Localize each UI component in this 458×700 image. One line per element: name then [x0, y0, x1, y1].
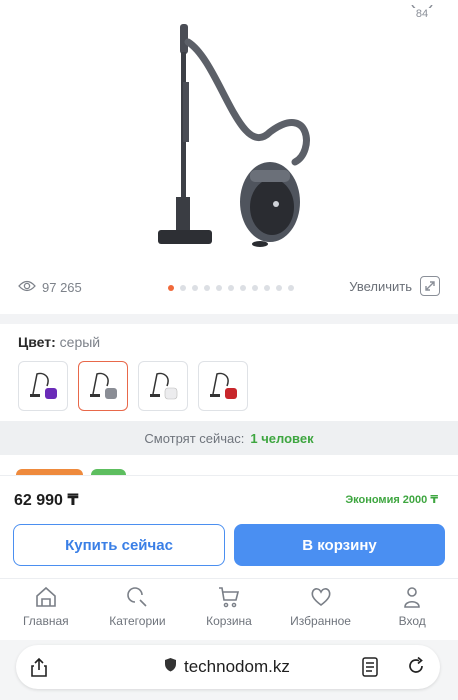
home-icon [32, 583, 60, 611]
zoom-label: Увеличить [349, 278, 412, 294]
color-swatch-red[interactable] [198, 361, 248, 411]
gallery-dot[interactable] [288, 285, 294, 291]
top-counter-value: 84 [415, 8, 429, 20]
user-icon [398, 583, 426, 611]
gallery-dot[interactable] [168, 285, 174, 291]
heart-icon [307, 583, 335, 611]
shield-lock-icon [164, 657, 177, 677]
product-price: 62 990 ₸ [14, 492, 79, 509]
vacuum-cleaner-image[interactable] [150, 22, 320, 258]
nav-label-home: Главная [22, 614, 69, 628]
gallery-dot[interactable] [252, 285, 258, 291]
gallery-dot[interactable] [240, 285, 246, 291]
share-icon[interactable] [30, 657, 48, 682]
gallery-dot[interactable] [228, 285, 234, 291]
swatch-vacuum-icon [30, 372, 57, 399]
add-to-cart-button[interactable]: В корзину [234, 524, 445, 566]
eye-icon-partial [408, 0, 436, 8]
nav-item-home[interactable]: Главная [0, 579, 92, 634]
color-label: Цвет: [18, 334, 56, 350]
color-selection-label: Цвет: серый [18, 334, 100, 350]
view-count: 97 265 [18, 280, 82, 295]
url-host[interactable]: technodom.kz [164, 657, 290, 677]
eye-icon [18, 280, 36, 295]
nav-label-favorites: Избранное [290, 614, 351, 628]
url-host-text: technodom.kz [184, 657, 290, 676]
gallery-dot[interactable] [264, 285, 270, 291]
divider [0, 475, 458, 476]
view-count-value: 97 265 [42, 280, 82, 295]
nav-item-login[interactable]: Вход [366, 579, 458, 634]
watching-count: 1 человек [250, 430, 314, 446]
nav-item-cart[interactable]: Корзина [183, 579, 275, 634]
color-swatches [18, 361, 248, 411]
top-counter: 84 [408, 0, 436, 20]
reload-icon[interactable] [406, 656, 426, 681]
product-gallery[interactable]: 84 97 265 Увеличить [0, 0, 458, 312]
reader-icon[interactable] [362, 657, 378, 682]
gallery-dot[interactable] [216, 285, 222, 291]
section-divider [0, 314, 458, 324]
bottom-navigation: Главная Категории Корзина Избранное Вход [0, 578, 458, 634]
cart-icon [215, 583, 243, 611]
zoom-button[interactable]: Увеличить [349, 276, 440, 296]
color-value: серый [59, 334, 101, 350]
gallery-pagination [168, 285, 294, 291]
watching-now-bar: Смотрят сейчас: 1 человек [0, 421, 458, 455]
nav-label-categories: Категории [109, 614, 166, 628]
browser-toolbar: technodom.kz [0, 640, 458, 700]
nav-item-favorites[interactable]: Избранное [275, 579, 367, 634]
nav-label-login: Вход [398, 614, 426, 628]
nav-item-categories[interactable]: Категории [92, 579, 184, 634]
product-page: 84 97 265 Увеличить Цвет: серый Смотрят … [0, 0, 458, 700]
color-swatch-white[interactable] [138, 361, 188, 411]
gallery-dot[interactable] [192, 285, 198, 291]
nav-label-cart: Корзина [206, 614, 252, 628]
saving-label: Экономия 2000 ₸ [345, 494, 438, 506]
swatch-vacuum-icon [90, 372, 117, 399]
gallery-dot[interactable] [276, 285, 282, 291]
expand-icon [420, 276, 440, 296]
gallery-dot[interactable] [204, 285, 210, 291]
categories-search-icon [123, 583, 151, 611]
swatch-vacuum-icon [210, 372, 237, 399]
gallery-dot[interactable] [180, 285, 186, 291]
watching-label: Смотрят сейчас: [144, 430, 245, 446]
color-swatch-gray[interactable] [78, 361, 128, 411]
buy-now-button[interactable]: Купить сейчас [13, 524, 225, 566]
swatch-vacuum-icon [150, 372, 178, 400]
color-swatch-purple[interactable] [18, 361, 68, 411]
address-bar[interactable]: technodom.kz [16, 645, 440, 689]
